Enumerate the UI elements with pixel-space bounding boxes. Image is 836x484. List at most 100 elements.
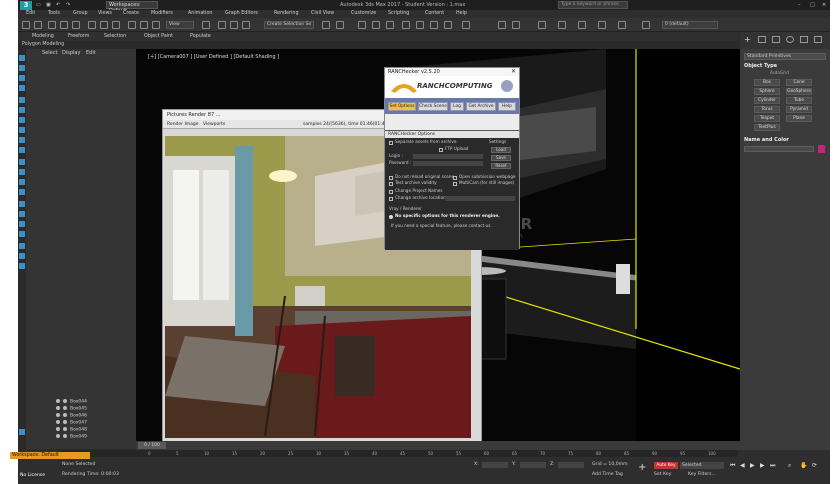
redo-tool-icon[interactable] <box>34 21 42 29</box>
menu-animation[interactable]: Animation <box>188 10 212 18</box>
test-archive-checkbox[interactable] <box>389 182 393 186</box>
camera-viewport[interactable]: [+] [Camera007 ] [User Defined ] [Defaul… <box>136 49 740 441</box>
frozen-filter-icon[interactable] <box>19 201 25 207</box>
sort-icon[interactable] <box>19 263 25 269</box>
freeze-icon[interactable] <box>63 427 67 431</box>
shapes-filter-icon[interactable] <box>19 107 25 113</box>
textplus-button[interactable]: TextPlus <box>754 124 780 131</box>
spacewarps-filter-icon[interactable] <box>19 147 25 153</box>
multicam-checkbox[interactable] <box>453 182 457 186</box>
move-icon[interactable] <box>128 21 136 29</box>
workspace-dropdown[interactable]: Workspaces: Default <box>106 1 158 14</box>
freeze-icon[interactable] <box>63 434 67 438</box>
select-filter-icon[interactable] <box>19 55 25 61</box>
pyramid-button[interactable]: Pyramid <box>786 106 812 113</box>
schematic-icon[interactable] <box>386 21 394 29</box>
view-dropdown[interactable]: View <box>166 21 194 29</box>
password-input[interactable] <box>413 161 483 166</box>
modify-tab-icon[interactable] <box>758 36 766 43</box>
table-row[interactable]: Box047 <box>56 420 136 426</box>
motion-tab-icon[interactable] <box>786 36 794 43</box>
render-setup-icon[interactable] <box>416 21 424 29</box>
change-archive-checkbox[interactable] <box>389 197 393 201</box>
layer-icon[interactable] <box>358 21 366 29</box>
ftp-upload-checkbox[interactable] <box>439 148 443 152</box>
reset-button[interactable]: Reset <box>491 163 511 169</box>
pivot-icon[interactable] <box>202 21 210 29</box>
xrefs-filter-icon[interactable] <box>19 169 25 175</box>
pan-icon[interactable]: ✋ <box>800 462 807 469</box>
tab-get-archive[interactable]: Get Archive <box>466 102 496 111</box>
tab-log[interactable]: Log <box>450 102 464 111</box>
hierarchy-icon[interactable] <box>19 253 25 259</box>
tab-modeling[interactable]: Modeling <box>32 32 54 41</box>
eye-icon[interactable] <box>56 406 60 410</box>
set-key-button[interactable]: Set Key <box>654 471 671 478</box>
display-tab-icon[interactable] <box>800 36 808 43</box>
do-not-reload-checkbox[interactable] <box>389 176 393 180</box>
autogrid-label[interactable]: AutoGrid <box>770 71 789 76</box>
compositor-icon[interactable] <box>598 21 606 29</box>
viewport-select[interactable]: Viewports <box>203 120 225 129</box>
geometry-filter-icon[interactable] <box>19 97 25 103</box>
eye-icon[interactable] <box>56 413 60 417</box>
material-editor-icon[interactable] <box>402 21 410 29</box>
scale-icon[interactable] <box>152 21 160 29</box>
tab-populate[interactable]: Populate <box>190 32 211 41</box>
save-icon[interactable]: ▣ <box>46 1 51 9</box>
zoom-icon[interactable]: ⌕ <box>788 462 791 470</box>
play-icon[interactable]: ▶ <box>750 462 755 469</box>
curve-editor-icon[interactable] <box>372 21 380 29</box>
time-slider[interactable]: 0 / 100 <box>138 442 166 449</box>
add-time-tag[interactable]: Add Time Tag <box>592 471 623 478</box>
tab-freeform[interactable]: Freeform <box>68 32 89 41</box>
menu-scripting[interactable]: Scripting <box>388 10 409 18</box>
scene-explorer-icon[interactable] <box>558 21 566 29</box>
undo-tool-icon[interactable] <box>22 21 30 29</box>
create-tab-icon[interactable]: + <box>744 35 751 44</box>
hidden-filter-icon[interactable] <box>19 211 25 217</box>
polygon-modeling-label[interactable]: Polygon Modeling <box>22 41 64 49</box>
table-row[interactable]: Box046 <box>56 413 136 419</box>
key-selection-dropdown[interactable]: Selected <box>680 462 724 469</box>
mirror-icon[interactable] <box>322 21 330 29</box>
project-folder-icon[interactable] <box>618 21 626 29</box>
menu-help[interactable]: Help <box>456 10 467 18</box>
track-bar[interactable]: 0 5 10 15 20 25 30 35 40 45 50 55 60 65 70 75 80 85 90 95 10… <box>58 450 738 457</box>
select-by-name-icon[interactable] <box>100 21 108 29</box>
menu-select[interactable]: Select <box>42 49 57 58</box>
menu-content[interactable]: Content <box>425 10 444 18</box>
lights-filter-icon[interactable] <box>19 117 25 123</box>
category-dropdown[interactable]: Standard Primitives <box>744 53 826 60</box>
minimize-icon[interactable]: – <box>798 1 801 9</box>
grid-icon[interactable] <box>498 21 506 29</box>
table-row[interactable]: Box049 <box>56 434 136 440</box>
max-viewport-icon[interactable] <box>538 21 546 29</box>
orbit-icon[interactable]: ⟳ <box>812 462 817 469</box>
teapot-icon[interactable] <box>462 21 470 29</box>
display-none-icon[interactable] <box>19 65 25 71</box>
layer-dropdown[interactable]: 0 (default) <box>662 21 718 29</box>
menu-tools[interactable]: Tools <box>48 10 60 18</box>
align-icon[interactable] <box>336 21 344 29</box>
freeze-icon[interactable] <box>63 406 67 410</box>
invert-display-icon[interactable] <box>19 85 25 91</box>
viewport-label[interactable]: [+] [Camera007 ] [User Defined ] [Defaul… <box>148 54 279 61</box>
goto-end-icon[interactable]: ⏭ <box>770 462 775 470</box>
menu-edit[interactable]: Edit <box>86 49 96 58</box>
unlink-icon[interactable] <box>60 21 68 29</box>
close-icon[interactable]: ✕ <box>822 1 826 9</box>
search-input[interactable]: Type a keyword or phrase <box>558 1 628 9</box>
sync-selection-icon[interactable] <box>19 231 25 237</box>
timeline[interactable]: 0 / 100 <box>136 441 740 450</box>
tube-button[interactable]: Tube <box>786 97 812 104</box>
find-icon[interactable] <box>19 221 25 227</box>
set-key-plus-icon[interactable]: + <box>638 462 646 473</box>
object-name-input[interactable] <box>744 146 814 152</box>
tab-selection[interactable]: Selection <box>104 32 126 41</box>
link-icon[interactable] <box>48 21 56 29</box>
select-icon[interactable] <box>88 21 96 29</box>
z-coord-field[interactable] <box>558 462 584 468</box>
box-button[interactable]: Box <box>754 79 780 86</box>
separate-assets-checkbox[interactable] <box>389 141 393 145</box>
